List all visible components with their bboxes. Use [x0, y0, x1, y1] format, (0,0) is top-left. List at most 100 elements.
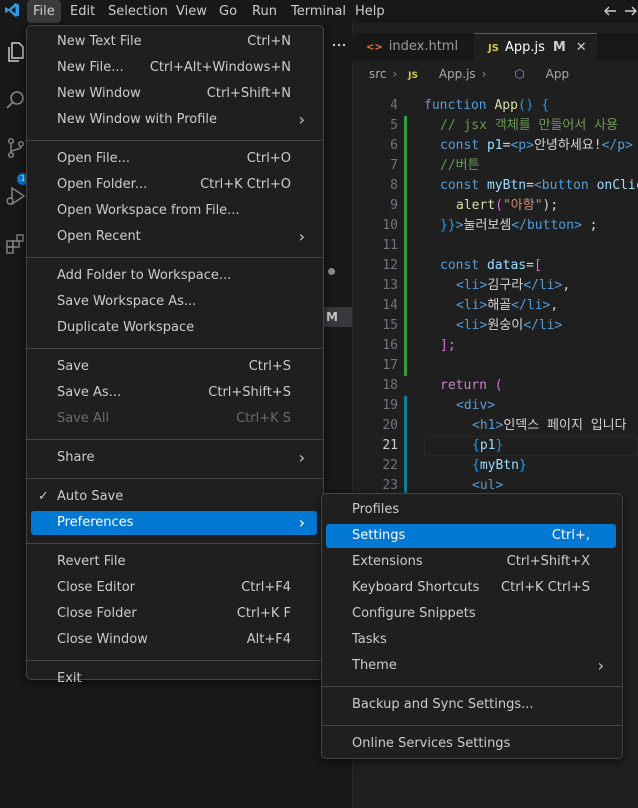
code-line: 5// jsx 객체를 만들어서 사용 [390, 118, 619, 133]
tab-label: App.js [504, 40, 545, 55]
menu-item-label: Save As... [57, 385, 122, 400]
file-menu-item-save-as[interactable]: Save As... Ctrl+Shift+S [31, 381, 317, 405]
menu-separator [27, 478, 323, 479]
modified-badge: M [320, 307, 352, 327]
menu-go[interactable]: Go [213, 0, 243, 23]
file-menu-item-exit[interactable]: Exit [31, 667, 317, 691]
menu-item-shortcut: Ctrl+Shift+N [206, 86, 291, 101]
chevron-right-icon: › [481, 67, 487, 81]
js-file-icon: JS [408, 71, 419, 81]
menu-item-shortcut: Ctrl+Shift+S [208, 385, 291, 400]
code-line: 16]; [382, 338, 456, 353]
menu-selection[interactable]: Selection [102, 0, 174, 23]
file-menu-item-close-folder[interactable]: Close Folder Ctrl+K F [31, 602, 317, 626]
code-line: 12 const datas=[ [382, 258, 542, 273]
menu-separator [27, 140, 323, 141]
file-menu-item-open-recent[interactable]: Open Recent › [31, 225, 317, 249]
breadcrumb-file[interactable]: JS App.js [408, 67, 476, 81]
menu-item-label: Add Folder to Workspace... [57, 268, 232, 283]
preferences-menu-item-configure-snippets[interactable]: Configure Snippets [326, 602, 616, 626]
breadcrumb-symbol[interactable]: ⬡ App [497, 67, 569, 81]
menu-item-label: Exit [57, 671, 82, 686]
preferences-menu-item-tasks[interactable]: Tasks [326, 628, 616, 652]
modified-indicator: M [552, 40, 566, 55]
preferences-menu-item-settings[interactable]: Settings Ctrl+, [326, 524, 616, 548]
preferences-menu-item-extensions[interactable]: Extensions Ctrl+Shift+X [326, 550, 616, 574]
file-menu-item-revert-file[interactable]: Revert File [31, 550, 317, 574]
run-debug-icon[interactable] [4, 184, 28, 208]
unsaved-dot-icon [328, 268, 335, 275]
menu-item-label: Settings [352, 528, 406, 543]
menu-item-shortcut: Ctrl+O [246, 151, 291, 166]
code-line: 11 [382, 238, 398, 253]
menu-item-label: Duplicate Workspace [57, 320, 195, 335]
menu-separator [27, 257, 323, 258]
file-menu-item-preferences[interactable]: Preferences › [31, 511, 317, 535]
source-control-icon[interactable] [4, 136, 28, 160]
file-menu-item-share[interactable]: Share › [31, 446, 317, 470]
tab-index-html[interactable]: <> index.html [352, 33, 474, 61]
more-actions-icon[interactable] [332, 38, 346, 52]
menu-item-shortcut: Ctrl+K Ctrl+S [501, 580, 590, 595]
menu-item-label: Extensions [352, 554, 423, 569]
menu-item-label: Preferences [57, 515, 134, 530]
file-menu-item-close-editor[interactable]: Close Editor Ctrl+F4 [31, 576, 317, 600]
preferences-menu-item-online-services-settings[interactable]: Online Services Settings [326, 732, 616, 756]
file-menu-item-auto-save[interactable]: ✓ Auto Save [31, 485, 317, 509]
file-menu-item-new-file[interactable]: New File... Ctrl+Alt+Windows+N [31, 56, 317, 80]
file-menu-item-save-workspace-as[interactable]: Save Workspace As... [31, 290, 317, 314]
breadcrumb-folder[interactable]: src [369, 67, 387, 81]
file-menu-item-close-window[interactable]: Close Window Alt+F4 [31, 628, 317, 652]
menu-item-shortcut: Ctrl+Shift+X [506, 554, 590, 569]
menu-item-shortcut: Ctrl+N [247, 34, 291, 49]
chevron-right-icon: › [392, 67, 398, 81]
menu-item-label: Close Folder [57, 606, 137, 621]
code-line: 17 [382, 358, 398, 373]
chevron-right-icon: › [597, 656, 604, 675]
tab-app-js[interactable]: JS App.js M ✕ [474, 33, 597, 61]
file-menu-item-new-window[interactable]: New Window Ctrl+Shift+N [31, 82, 317, 106]
menu-item-shortcut: Alt+F4 [246, 632, 291, 647]
code-line: 19 <div> [382, 398, 496, 413]
menu-separator [322, 725, 622, 726]
menu-item-label: Save All [57, 411, 110, 426]
menu-item-label: New Window with Profile [57, 112, 218, 127]
explorer-icon[interactable] [4, 40, 28, 64]
vscode-logo-icon [5, 3, 19, 17]
code-line: 8const myBtn=<button onClick [390, 178, 638, 193]
search-icon[interactable] [4, 88, 28, 112]
file-menu-item-open-folder[interactable]: Open Folder... Ctrl+K Ctrl+O [31, 173, 317, 197]
preferences-menu-item-backup-and-sync-settings[interactable]: Backup and Sync Settings... [326, 693, 616, 717]
code-line: 9 alert("아항"); [390, 198, 559, 213]
menu-item-label: Open Folder... [57, 177, 148, 192]
extensions-icon[interactable] [4, 232, 28, 256]
preferences-menu-item-theme[interactable]: Theme › [326, 654, 616, 678]
file-menu-item-new-window-with-profile[interactable]: New Window with Profile › [31, 108, 317, 132]
close-tab-icon[interactable]: ✕ [576, 40, 587, 55]
file-menu-item-open-workspace-from-file[interactable]: Open Workspace from File... [31, 199, 317, 223]
code-editor[interactable]: 4 function App() { 5// jsx 객체를 만들어서 사용 6c… [352, 96, 638, 496]
menu-item-shortcut: Ctrl+F4 [241, 580, 291, 595]
menu-view[interactable]: View [170, 0, 213, 23]
file-menu-item-save[interactable]: Save Ctrl+S [31, 355, 317, 379]
js-file-icon: JS [488, 43, 499, 54]
back-arrow-icon[interactable] [601, 1, 619, 21]
menu-file[interactable]: File [27, 0, 61, 23]
menu-edit[interactable]: Edit [64, 0, 101, 23]
menu-separator [27, 348, 323, 349]
preferences-menu-item-profiles[interactable]: Profiles [326, 498, 616, 522]
file-menu-item-new-text-file[interactable]: New Text File Ctrl+N [31, 30, 317, 54]
forward-arrow-icon[interactable] [624, 1, 638, 21]
menu-run[interactable]: Run [246, 0, 283, 23]
menu-item-label: Open Workspace from File... [57, 203, 240, 218]
file-menu-item-add-folder-to-workspace[interactable]: Add Folder to Workspace... [31, 264, 317, 288]
menu-item-label: Close Window [57, 632, 148, 647]
menu-terminal[interactable]: Terminal [285, 0, 352, 23]
menu-help[interactable]: Help [349, 0, 391, 23]
file-menu-item-open-file[interactable]: Open File... Ctrl+O [31, 147, 317, 171]
chevron-right-icon: › [298, 448, 305, 467]
code-line: 13 <li>김구라</li>, [382, 278, 571, 293]
code-line: 15 <li>원숭이</li> [382, 318, 563, 333]
preferences-menu-item-keyboard-shortcuts[interactable]: Keyboard Shortcuts Ctrl+K Ctrl+S [326, 576, 616, 600]
file-menu-item-duplicate-workspace[interactable]: Duplicate Workspace [31, 316, 317, 340]
